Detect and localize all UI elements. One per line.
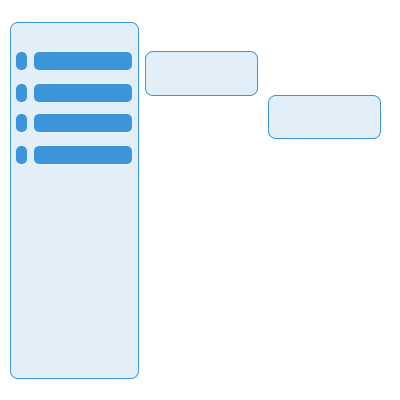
sidebar-item-label (34, 84, 132, 102)
placeholder-pill-icon (16, 146, 27, 164)
placeholder-pill-icon (16, 84, 27, 102)
sidebar-item-label (34, 146, 132, 164)
sidebar-item-3[interactable] (16, 114, 133, 132)
sidebar-item-4[interactable] (16, 146, 133, 164)
content-card-1 (145, 51, 258, 96)
sidebar-item-1[interactable] (16, 52, 133, 70)
sidebar-item-label (34, 52, 132, 70)
placeholder-pill-icon (16, 114, 27, 132)
sidebar-item-2[interactable] (16, 84, 133, 102)
sidebar-panel (10, 22, 139, 379)
placeholder-pill-icon (16, 52, 27, 70)
content-card-2 (268, 95, 381, 139)
sidebar-item-label (34, 114, 132, 132)
